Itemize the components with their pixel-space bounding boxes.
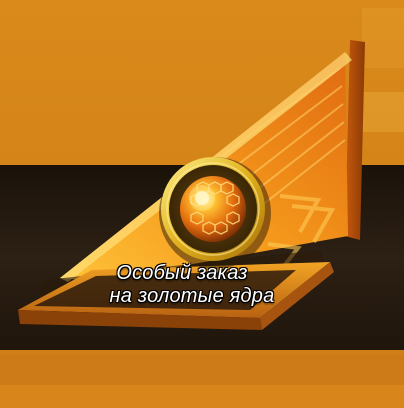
offer-banner[interactable]: Особый заказ на золотые ядра (0, 0, 404, 408)
offer-title-line-1: Особый заказ (116, 262, 248, 284)
offer-title-line-2: на золотые ядра (109, 285, 275, 307)
golden-cannonball-icon (180, 176, 246, 242)
